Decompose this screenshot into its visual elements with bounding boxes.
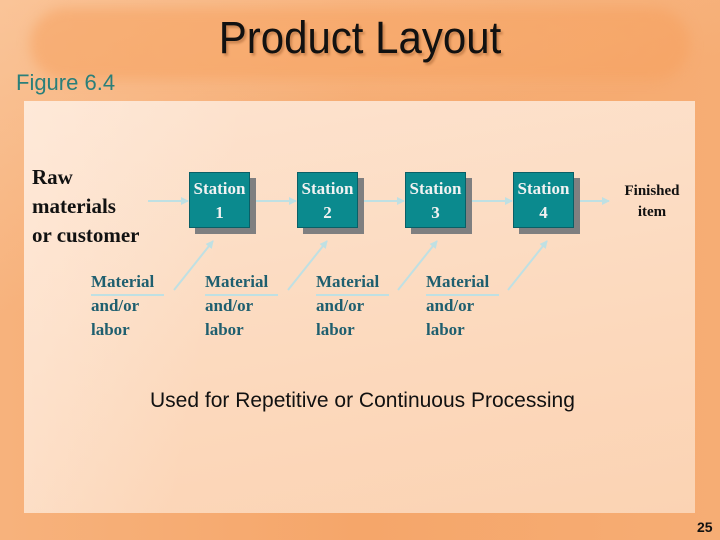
source-line-2: materials: [32, 194, 116, 218]
input-1-label: Material and/or labor: [91, 270, 165, 342]
station-1-box: Station 1: [189, 172, 250, 228]
output-line-2: item: [637, 204, 667, 220]
source-line-1: Raw: [32, 165, 73, 189]
input-2-label: Material and/or labor: [205, 270, 279, 342]
station-4-number: 4: [539, 203, 548, 222]
station-3-number: 3: [431, 203, 440, 222]
station-2-number: 2: [323, 203, 332, 222]
output-line-1: Finished: [624, 183, 680, 199]
input-4-label: Material and/or labor: [426, 270, 500, 342]
station-3-box: Station 3: [405, 172, 466, 228]
output-label: Finished item: [612, 181, 692, 223]
station-4-box: Station 4: [513, 172, 574, 228]
input-3-line-2: and/or: [316, 296, 365, 315]
input-2-line-2: and/or: [205, 296, 254, 315]
station-4-label: Station: [517, 179, 570, 198]
input-2-line-1: Material: [205, 270, 279, 296]
source-line-3: or customer: [32, 223, 140, 247]
input-1-line-1: Material: [91, 270, 165, 296]
input-1-line-2: and/or: [91, 296, 140, 315]
input-4-line-3: labor: [426, 320, 465, 339]
input-4-line-2: and/or: [426, 296, 475, 315]
station-1-number: 1: [215, 203, 224, 222]
station-2-label: Station: [301, 179, 354, 198]
station-2-box: Station 2: [297, 172, 358, 228]
station-3-label: Station: [409, 179, 462, 198]
input-1-line-3: labor: [91, 320, 130, 339]
input-4-line-1: Material: [426, 270, 500, 296]
input-3-line-1: Material: [316, 270, 390, 296]
source-label: Raw materials or customer: [32, 163, 140, 250]
page-number: 25: [697, 519, 713, 535]
input-3-label: Material and/or labor: [316, 270, 390, 342]
slide-subtitle: Used for Repetitive or Continuous Proces…: [150, 389, 575, 412]
station-1-label: Station: [193, 179, 246, 198]
input-3-line-3: labor: [316, 320, 355, 339]
arrow-input-4-to-station-4: [507, 240, 548, 291]
input-2-line-3: labor: [205, 320, 244, 339]
